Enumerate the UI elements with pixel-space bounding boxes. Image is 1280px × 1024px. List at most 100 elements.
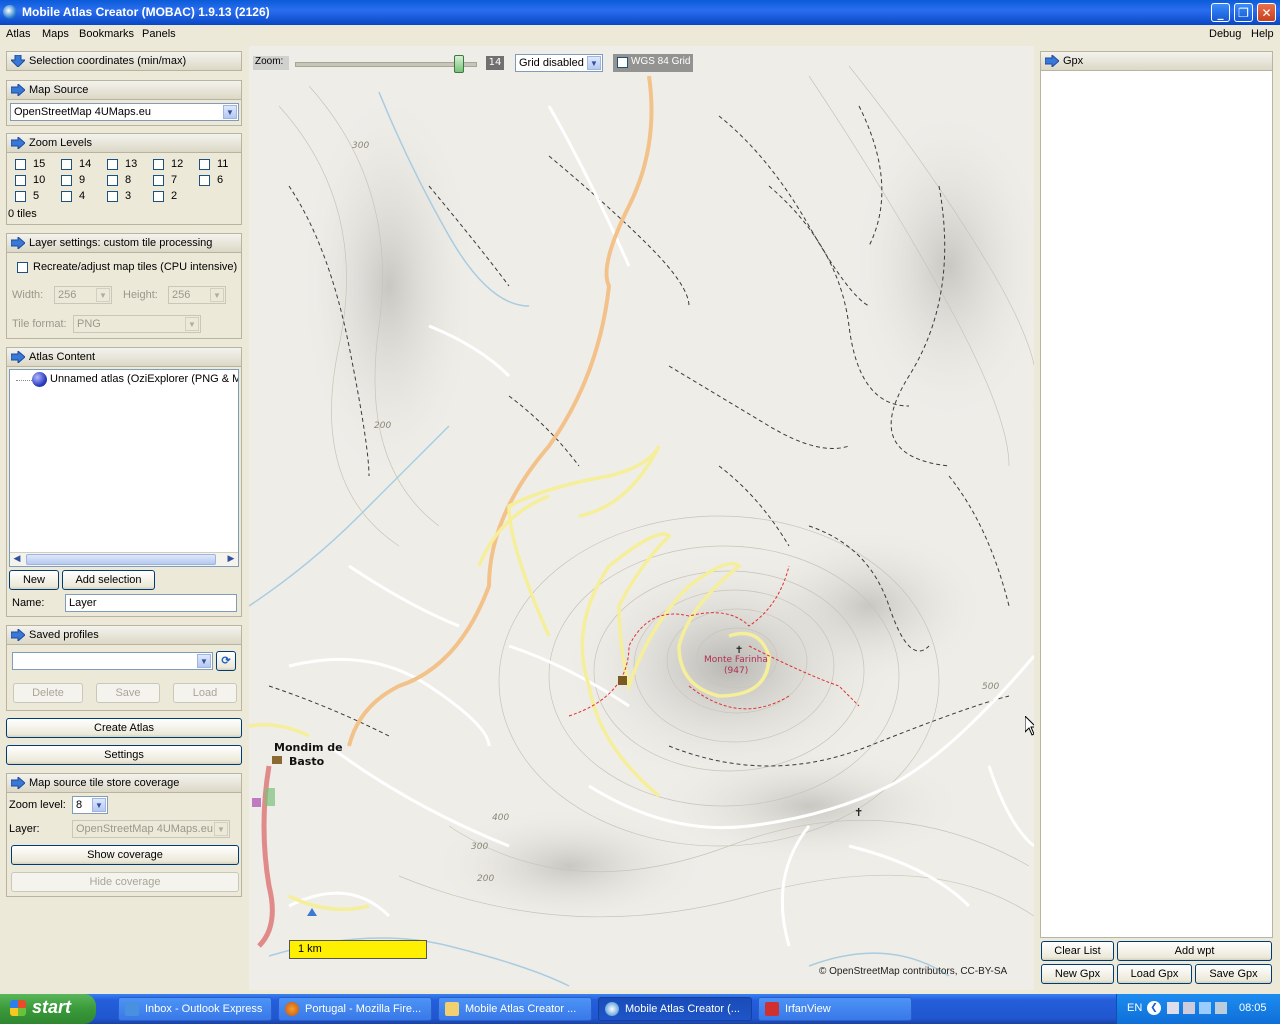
task-irfanview[interactable]: IrfanView xyxy=(758,997,912,1021)
atlas-content-header[interactable]: Atlas Content xyxy=(6,347,242,367)
network-icon[interactable] xyxy=(1167,1002,1179,1014)
zoom-checkbox-12[interactable] xyxy=(153,159,164,170)
zoom-checkbox-5[interactable] xyxy=(15,191,26,202)
tray-app-icon[interactable] xyxy=(1199,1002,1211,1014)
zoom-checkbox-8[interactable] xyxy=(107,175,118,186)
menu-maps[interactable]: Maps xyxy=(42,28,69,40)
zoom-checkbox-7[interactable] xyxy=(153,175,164,186)
chevron-left-icon[interactable]: ❮ xyxy=(1147,1001,1161,1015)
zoom-checkbox-4[interactable] xyxy=(61,191,72,202)
poi-icon xyxy=(618,676,627,685)
map-canvas[interactable]: 300 200 500 400 300 200 ✝ Monte Farinha … xyxy=(249,46,1034,990)
scroll-thumb[interactable] xyxy=(26,554,216,565)
new-atlas-button[interactable]: New xyxy=(9,570,59,590)
peak-elevation: (947) xyxy=(724,666,748,676)
hide-coverage-button[interactable]: Hide coverage xyxy=(11,872,239,892)
gpx-header[interactable]: Gpx xyxy=(1040,51,1273,71)
map-view[interactable]: 300 200 500 400 300 200 ✝ Monte Farinha … xyxy=(249,46,1034,990)
load-gpx-button[interactable]: Load Gpx xyxy=(1117,964,1192,984)
delete-profile-button[interactable]: Delete xyxy=(13,683,83,703)
zoom-checkbox-2[interactable] xyxy=(153,191,164,202)
monitor-icon[interactable] xyxy=(1183,1002,1195,1014)
map-source-header[interactable]: Map Source xyxy=(6,80,242,100)
clear-list-button[interactable]: Clear List xyxy=(1041,941,1114,961)
expanded-arrow-icon xyxy=(11,777,25,789)
new-gpx-button[interactable]: New Gpx xyxy=(1041,964,1114,984)
zoom-checkbox-13[interactable] xyxy=(107,159,118,170)
recreate-tiles-label: Recreate/adjust map tiles (CPU intensive… xyxy=(33,261,238,273)
create-atlas-button[interactable]: Create Atlas xyxy=(6,718,242,738)
horizontal-scrollbar[interactable]: ◀ ▶ xyxy=(10,552,238,566)
save-gpx-button[interactable]: Save Gpx xyxy=(1195,964,1272,984)
add-waypoint-button[interactable]: Add wpt xyxy=(1117,941,1272,961)
grid-select[interactable]: Grid disabled ▼ xyxy=(515,54,603,72)
tray-app-icon[interactable] xyxy=(1215,1002,1227,1014)
save-profile-button[interactable]: Save xyxy=(96,683,160,703)
zoom-checkbox-10[interactable] xyxy=(15,175,26,186)
task-label: Inbox - Outlook Express xyxy=(145,1003,263,1015)
chevron-down-icon: ▼ xyxy=(96,288,110,302)
close-button[interactable]: ✕ xyxy=(1257,3,1276,22)
selection-coordinates-header[interactable]: Selection coordinates (min/max) xyxy=(6,51,242,71)
outlook-icon xyxy=(125,1002,139,1016)
layer-settings-header[interactable]: Layer settings: custom tile processing xyxy=(6,233,242,253)
recreate-tiles-checkbox[interactable] xyxy=(17,262,28,273)
layer-name-input[interactable]: Layer xyxy=(65,594,237,612)
gpx-list[interactable] xyxy=(1040,71,1273,938)
load-profile-button[interactable]: Load xyxy=(173,683,237,703)
coverage-zoom-select[interactable]: 8 ▼ xyxy=(72,796,108,814)
zoom-levels-header[interactable]: Zoom Levels xyxy=(6,133,242,153)
wgs-grid-label: WGS 84 Grid xyxy=(631,56,691,67)
settings-button[interactable]: Settings xyxy=(6,745,242,765)
chevron-down-icon[interactable]: ▼ xyxy=(92,798,106,812)
menu-panels[interactable]: Panels xyxy=(142,28,176,40)
title-bar[interactable]: Mobile Atlas Creator (MOBAC) 1.9.13 (212… xyxy=(0,0,1280,25)
task-outlook[interactable]: Inbox - Outlook Express xyxy=(118,997,272,1021)
tile-format-select[interactable]: PNG ▼ xyxy=(73,315,201,333)
section-title: Saved profiles xyxy=(29,629,99,641)
chevron-down-icon[interactable]: ▼ xyxy=(223,105,237,119)
zoom-checkbox-14[interactable] xyxy=(61,159,72,170)
zoom-slider[interactable] xyxy=(295,55,477,73)
zoom-checkbox-3[interactable] xyxy=(107,191,118,202)
scroll-left-icon[interactable]: ◀ xyxy=(10,553,24,566)
contour-label: 500 xyxy=(982,682,999,692)
atlas-tree[interactable]: Unnamed atlas (OziExplorer (PNG & MAP ◀ … xyxy=(9,369,239,567)
zoom-label: 15 xyxy=(33,158,46,170)
width-select[interactable]: 256 ▼ xyxy=(54,286,112,304)
wgs-grid-checkbox[interactable] xyxy=(617,57,628,68)
chevron-down-icon[interactable]: ▼ xyxy=(197,654,211,668)
task-mobac[interactable]: Mobile Atlas Creator (... xyxy=(598,997,752,1021)
scroll-right-icon[interactable]: ▶ xyxy=(224,553,238,566)
refresh-profiles-button[interactable]: ⟳ xyxy=(216,651,236,671)
minimize-button[interactable]: _ xyxy=(1211,3,1230,22)
tile-store-coverage-header[interactable]: Map source tile store coverage xyxy=(6,773,242,793)
atlas-tree-item[interactable]: Unnamed atlas (OziExplorer (PNG & MAP xyxy=(50,373,238,385)
show-coverage-button[interactable]: Show coverage xyxy=(11,845,239,865)
zoom-checkbox-6[interactable] xyxy=(199,175,210,186)
saved-profiles-header[interactable]: Saved profiles xyxy=(6,625,242,645)
zoom-checkbox-9[interactable] xyxy=(61,175,72,186)
zoom-slider-thumb[interactable] xyxy=(454,55,464,73)
add-selection-button[interactable]: Add selection xyxy=(62,570,155,590)
map-source-select[interactable]: OpenStreetMap 4UMaps.eu ▼ xyxy=(10,103,239,121)
chevron-down-icon[interactable]: ▼ xyxy=(587,56,601,70)
menu-help[interactable]: Help xyxy=(1251,28,1274,40)
task-firefox[interactable]: Portugal - Mozilla Fire... xyxy=(278,997,432,1021)
profile-select[interactable]: ▼ xyxy=(12,652,213,670)
zoom-label: 12 xyxy=(171,158,184,170)
coverage-zoom-label: Zoom level: xyxy=(9,799,66,811)
wgs-grid-toggle[interactable]: WGS 84 Grid xyxy=(613,54,693,72)
language-indicator[interactable]: EN xyxy=(1127,1002,1142,1014)
coverage-layer-select[interactable]: OpenStreetMap 4UMaps.eu ▼ xyxy=(72,820,230,838)
menu-bookmarks[interactable]: Bookmarks xyxy=(79,28,134,40)
start-button[interactable]: start xyxy=(0,994,96,1024)
zoom-checkbox-15[interactable] xyxy=(15,159,26,170)
height-select[interactable]: 256 ▼ xyxy=(168,286,226,304)
zoom-checkbox-11[interactable] xyxy=(199,159,210,170)
menu-debug[interactable]: Debug xyxy=(1209,28,1241,40)
scale-label: 1 km xyxy=(298,943,322,955)
menu-atlas[interactable]: Atlas xyxy=(6,28,30,40)
task-folder[interactable]: Mobile Atlas Creator ... xyxy=(438,997,592,1021)
maximize-button[interactable]: ❐ xyxy=(1234,3,1253,22)
